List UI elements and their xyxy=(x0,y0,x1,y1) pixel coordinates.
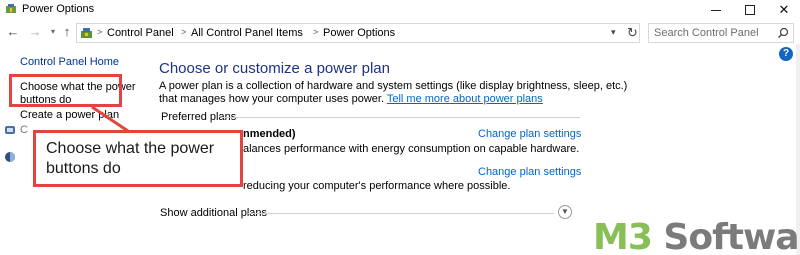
plan-2-description: reducing your computer's performance whe… xyxy=(243,180,511,192)
address-dropdown-icon[interactable]: ▾ xyxy=(611,27,616,38)
page-description: A power plan is a collection of hardware… xyxy=(159,80,639,106)
partial-link[interactable]: C xyxy=(20,124,28,136)
close-button[interactable]: ✕ xyxy=(766,0,800,20)
callout-line-2: buttons do xyxy=(46,160,121,177)
watermark-software: Software xyxy=(663,217,800,255)
callout-line-1: Choose what the power xyxy=(46,140,215,157)
forward-arrow-icon[interactable]: → xyxy=(28,25,42,39)
window-title: Power Options xyxy=(22,3,95,15)
refresh-icon[interactable]: ↻ xyxy=(627,25,638,41)
plan-2-change-settings-link[interactable]: Change plan settings xyxy=(478,166,581,178)
recent-locations-dropdown-icon[interactable]: ▾ xyxy=(46,25,60,39)
highlight-box xyxy=(9,74,122,107)
zoom-callout: Choose what the power buttons do xyxy=(33,130,243,187)
shield-icon xyxy=(5,126,15,134)
watermark-m3: M3 xyxy=(593,217,653,255)
breadcrumb-power-options[interactable]: Power Options xyxy=(323,27,395,39)
power-plans-help-link[interactable]: Tell me more about power plans xyxy=(387,93,543,105)
breadcrumb-separator-icon: > xyxy=(97,27,103,37)
minimize-icon xyxy=(711,9,721,11)
plan-1-name: nmended) xyxy=(243,128,296,140)
help-icon[interactable]: ? xyxy=(779,47,793,61)
breadcrumb-all-items[interactable]: All Control Panel Items xyxy=(191,27,303,39)
breadcrumb-separator-icon: > xyxy=(181,27,187,37)
navigation-row: ← → ▾ ↑ > Control Panel > All Control Pa… xyxy=(0,22,800,44)
plan-1-change-settings-link[interactable]: Change plan settings xyxy=(478,128,581,140)
create-power-plan-link[interactable]: Create a power plan xyxy=(20,109,119,121)
search-icon xyxy=(778,27,789,38)
breadcrumb-separator-icon: > xyxy=(313,27,319,37)
page-title: Choose or customize a power plan xyxy=(159,60,390,77)
title-bar: Power Options ✕ xyxy=(0,0,800,20)
up-arrow-icon[interactable]: ↑ xyxy=(60,25,74,39)
m3-software-watermark: M3 Software xyxy=(593,220,800,255)
chevron-down-icon[interactable]: ▼ xyxy=(558,205,572,219)
section-divider xyxy=(222,117,580,118)
breadcrumb-control-panel[interactable]: Control Panel xyxy=(107,27,174,39)
minimize-button[interactable] xyxy=(698,0,734,20)
callout-text: Choose what the power buttons do xyxy=(46,139,214,179)
close-icon: ✕ xyxy=(778,2,790,17)
search-input[interactable]: Search Control Panel xyxy=(648,23,794,43)
maximize-icon xyxy=(745,5,755,15)
display-sleep-icon xyxy=(5,152,15,162)
control-panel-icon xyxy=(81,28,92,38)
plan-1-description: alances performance with energy consumpt… xyxy=(243,143,580,155)
search-placeholder: Search Control Panel xyxy=(654,27,759,39)
address-bar[interactable]: > Control Panel > All Control Panel Item… xyxy=(76,23,640,43)
back-arrow-icon[interactable]: ← xyxy=(6,25,20,39)
section-divider xyxy=(248,213,554,214)
maximize-button[interactable] xyxy=(732,0,768,20)
power-options-icon xyxy=(6,4,16,13)
control-panel-home-link[interactable]: Control Panel Home xyxy=(20,56,119,68)
